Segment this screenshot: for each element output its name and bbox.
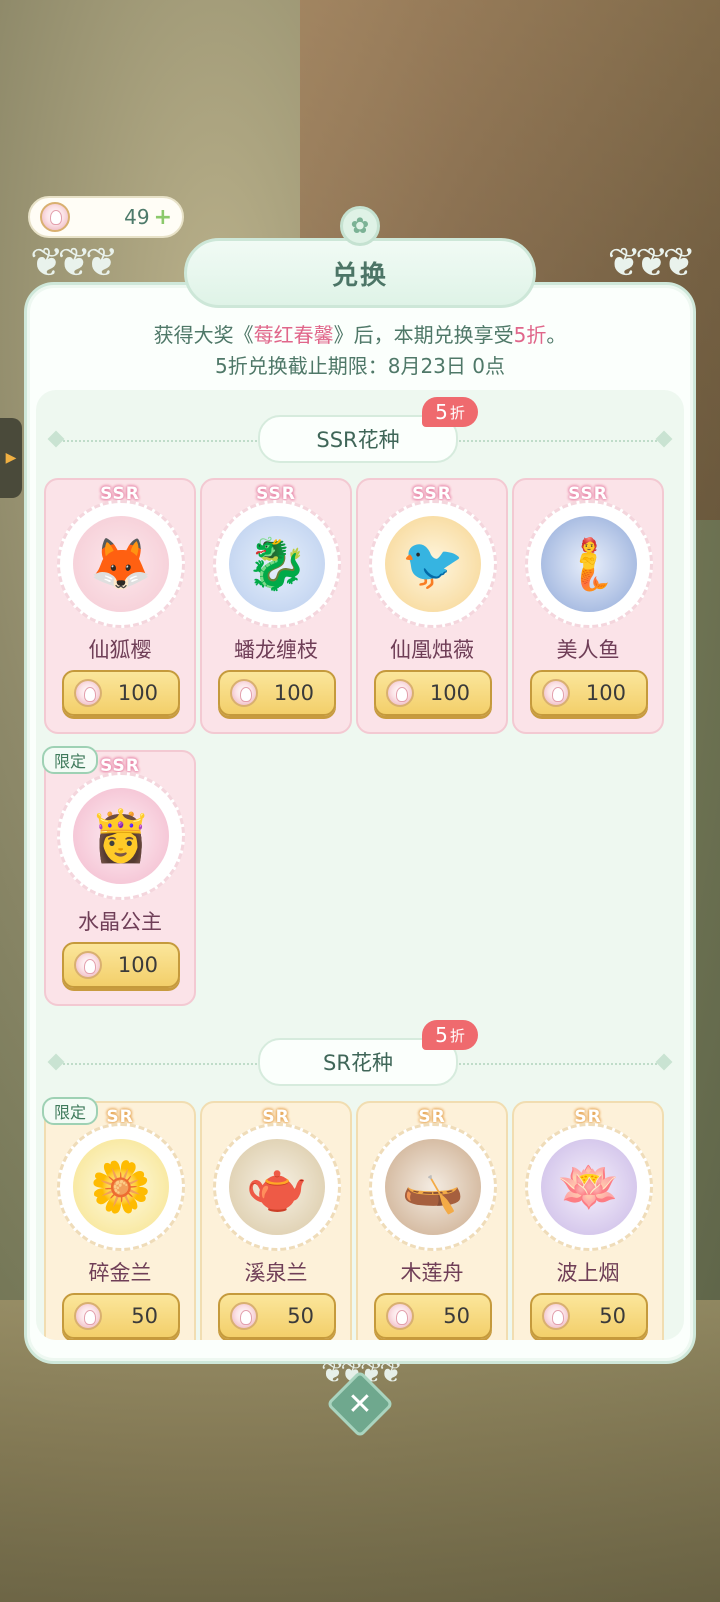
currency-counter[interactable]: 49 +	[28, 196, 184, 238]
flower-seed-icon	[230, 679, 258, 707]
princess-icon: 👸	[73, 788, 169, 884]
price-value: 100	[429, 681, 470, 705]
flower-seed-icon	[386, 1302, 414, 1330]
item-portrait: 🫖	[213, 1123, 341, 1251]
discount-notice: 获得大奖《莓红春馨》后，本期兑换享受5折。 5折兑换截止期限：8月23日 0点	[24, 320, 696, 382]
sr-section-header: SR花种 5折	[36, 1020, 684, 1091]
flower-seed-icon	[74, 679, 102, 707]
item-name: 仙狐樱	[88, 638, 152, 662]
flower-seed-icon	[230, 1302, 258, 1330]
currency-amount: 49	[124, 205, 150, 229]
price-button[interactable]: 50	[218, 1293, 336, 1339]
item-card[interactable]: 限定 SSR 👸 水晶公主 100	[42, 746, 196, 1006]
item-portrait: 🧜	[525, 500, 653, 628]
price-button[interactable]: 100	[62, 942, 180, 988]
dialog-header: 兑换	[184, 238, 536, 308]
price-button[interactable]: 100	[218, 670, 336, 716]
discount-badge: 5折	[422, 1020, 478, 1050]
flower-seed-icon	[40, 202, 70, 232]
item-name: 碎金兰	[88, 1261, 152, 1285]
dialog-title: 兑换	[331, 260, 388, 291]
deadline-text: 5折兑换截止期限：8月23日 0点	[215, 354, 505, 378]
notice-line-1: 获得大奖《莓红春馨》后，本期兑换享受5折。	[24, 320, 696, 351]
close-icon: ✕	[347, 1386, 373, 1422]
discount-unit: 折	[449, 403, 465, 422]
item-card[interactable]: SSR 🧜 美人鱼 100	[512, 478, 664, 734]
item-card[interactable]: 限定 SR 🌼 碎金兰 50	[42, 1097, 196, 1340]
add-currency-icon[interactable]: +	[154, 205, 172, 230]
notice-discount: 5折	[513, 323, 547, 347]
notice-text: 。	[546, 323, 567, 347]
phoenix-icon: 🐦	[385, 516, 481, 612]
teapot-fountain-icon: 🫖	[229, 1139, 325, 1235]
ssr-section-header: SSR花种 5折	[36, 397, 684, 468]
flower-seed-icon	[386, 679, 414, 707]
item-portrait: 🌼	[57, 1123, 185, 1251]
side-expand-tab[interactable]: ▶	[0, 418, 22, 498]
price-button[interactable]: 100	[530, 670, 648, 716]
notice-text: 获得大奖《	[153, 323, 254, 347]
flower-seed-icon	[542, 1302, 570, 1330]
diamond-ornament	[47, 430, 65, 448]
item-card[interactable]: SSR 🐉 蟠龙缠枝 100	[200, 478, 352, 734]
diamond-ornament	[655, 430, 673, 448]
vine-decoration-left: ❦❦❦	[30, 240, 119, 286]
blue-dragon-icon: 🐉	[229, 516, 325, 612]
price-value: 50	[287, 1304, 314, 1328]
item-card[interactable]: SSR 🦊 仙狐樱 100	[44, 478, 196, 734]
price-button[interactable]: 50	[374, 1293, 492, 1339]
notice-text: 》后，本期兑换享受	[333, 323, 514, 347]
price-value: 50	[599, 1304, 626, 1328]
item-portrait: 🐦	[369, 500, 497, 628]
prize-name: 莓红春馨	[253, 323, 334, 347]
item-name: 溪泉兰	[244, 1261, 308, 1285]
mermaid-icon: 🧜	[541, 516, 637, 612]
item-portrait: 🦊	[57, 500, 185, 628]
flower-seed-icon	[542, 679, 570, 707]
purple-lotus-icon: 🪷	[541, 1139, 637, 1235]
price-value: 100	[273, 681, 314, 705]
item-name: 仙凰烛薇	[390, 638, 474, 662]
chevron-right-icon: ▶	[5, 450, 17, 466]
price-value: 50	[131, 1304, 158, 1328]
price-button[interactable]: 100	[374, 670, 492, 716]
discount-number: 5	[435, 400, 448, 424]
item-name: 木莲舟	[400, 1261, 464, 1285]
flower-seed-icon	[74, 951, 102, 979]
discount-badge: 5折	[422, 397, 478, 427]
item-card[interactable]: SSR 🐦 仙凰烛薇 100	[356, 478, 508, 734]
item-portrait: 🐉	[213, 500, 341, 628]
item-portrait: 🪷	[525, 1123, 653, 1251]
discount-unit: 折	[449, 1026, 465, 1045]
item-name: 美人鱼	[556, 638, 620, 662]
item-name: 波上烟	[556, 1261, 620, 1285]
vine-decoration-right: ❦❦❦	[607, 240, 696, 286]
diamond-ornament	[655, 1053, 673, 1071]
exchange-list[interactable]: SSR花种 5折 SSR 🦊 仙狐樱 100 SSR 🐉 蟠龙缠枝 100 SS…	[36, 390, 684, 1340]
price-button[interactable]: 100	[62, 670, 180, 716]
price-value: 50	[443, 1304, 470, 1328]
yellow-flower-icon: 🌼	[73, 1139, 169, 1235]
flower-emblem-icon: ✿	[340, 206, 380, 246]
item-card[interactable]: SR 🪷 波上烟 50	[512, 1101, 664, 1340]
item-portrait: 🛶	[369, 1123, 497, 1251]
lotus-boat-icon: 🛶	[385, 1139, 481, 1235]
item-name: 水晶公主	[78, 910, 162, 934]
price-value: 100	[117, 681, 158, 705]
flower-seed-icon	[74, 1302, 102, 1330]
item-card[interactable]: SR 🛶 木莲舟 50	[356, 1101, 508, 1340]
price-value: 100	[117, 953, 158, 977]
price-button[interactable]: 50	[62, 1293, 180, 1339]
item-name: 蟠龙缠枝	[234, 638, 318, 662]
price-value: 100	[585, 681, 626, 705]
diamond-ornament	[47, 1053, 65, 1071]
price-button[interactable]: 50	[530, 1293, 648, 1339]
discount-number: 5	[435, 1023, 448, 1047]
fox-shrine-icon: 🦊	[73, 516, 169, 612]
item-card[interactable]: SR 🫖 溪泉兰 50	[200, 1101, 352, 1340]
item-portrait: 👸	[57, 772, 185, 900]
